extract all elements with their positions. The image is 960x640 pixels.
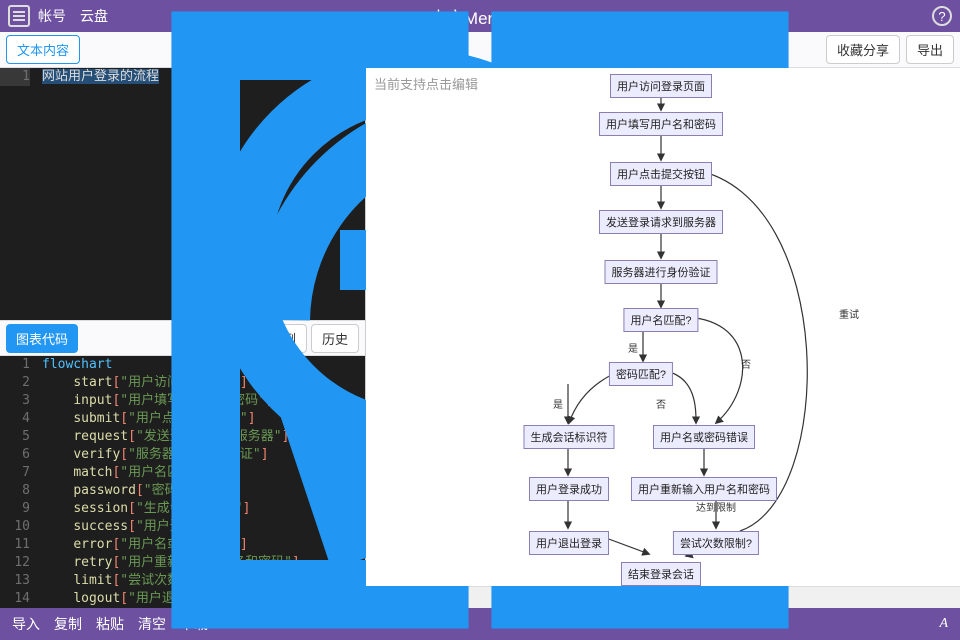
right-panel: 图表 收藏分享 导出 当前支持点击编辑 (365, 32, 960, 608)
node-input[interactable]: 用户填写用户名和密码 (599, 112, 723, 136)
svg-text:重试: 重试 (839, 308, 859, 321)
refresh-icon[interactable] (794, 37, 820, 63)
node-request[interactable]: 发送登录请求到服务器 (599, 210, 723, 234)
svg-text:是: 是 (628, 343, 638, 355)
svg-text:否: 否 (741, 359, 751, 371)
node-match[interactable]: 用户名匹配? (623, 308, 698, 332)
node-start[interactable]: 用户访问登录页面 (610, 74, 712, 98)
right-toolbar: 图表 收藏分享 导出 (366, 32, 960, 68)
svg-text:否: 否 (656, 399, 666, 411)
node-end[interactable]: 结束登录会话 (621, 562, 701, 586)
node-error[interactable]: 用户名或密码错误 (653, 425, 755, 449)
node-password[interactable]: 密码匹配? (609, 362, 673, 386)
node-session[interactable]: 生成会话标识符 (524, 425, 615, 449)
node-logout[interactable]: 用户退出登录 (529, 531, 609, 555)
svg-text:是: 是 (553, 399, 563, 411)
svg-text:达到限制: 达到限制 (696, 501, 736, 514)
diagram-canvas[interactable]: 当前支持点击编辑 (366, 68, 960, 586)
node-verify[interactable]: 服务器进行身份验证 (605, 260, 718, 284)
node-submit[interactable]: 用户点击提交按钮 (610, 162, 712, 186)
node-success[interactable]: 用户登录成功 (529, 477, 609, 501)
node-limit[interactable]: 尝试次数限制? (673, 531, 759, 555)
node-retry[interactable]: 用户重新输入用户名和密码 (631, 477, 777, 501)
